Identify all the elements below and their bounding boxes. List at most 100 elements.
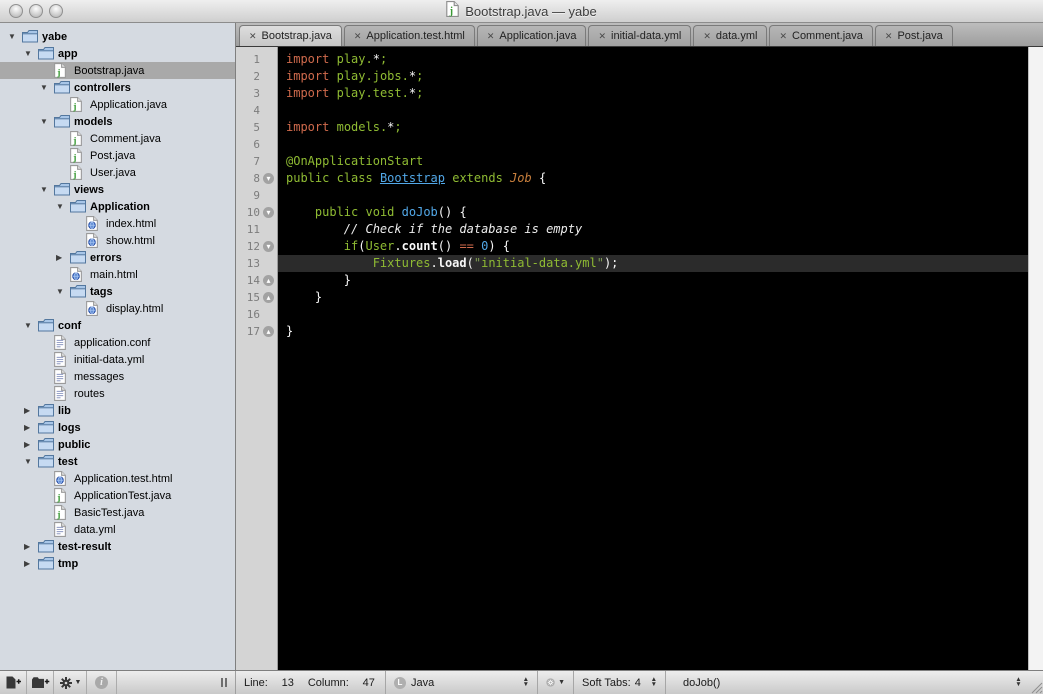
code-line-13[interactable]: Fixtures.load("initial-data.yml"); <box>278 255 1028 272</box>
code-line-11[interactable]: // Check if the database is empty <box>278 221 1028 238</box>
tree-item-display-html[interactable]: display.html <box>0 300 235 317</box>
symbol-popup[interactable]: doJob() <box>666 671 1008 694</box>
tree-item-post-java[interactable]: jPost.java <box>0 147 235 164</box>
tree-item-yabe[interactable]: ▼yabe <box>0 28 235 45</box>
tree-item-messages[interactable]: messages <box>0 368 235 385</box>
tree-item-initial-data-yml[interactable]: initial-data.yml <box>0 351 235 368</box>
tree-item-basictest-java[interactable]: jBasicTest.java <box>0 504 235 521</box>
disclosure-closed-icon[interactable]: ▶ <box>24 423 38 432</box>
disclosure-open-icon[interactable]: ▼ <box>40 83 54 92</box>
tab-application-java[interactable]: ✕Application.java <box>477 25 587 46</box>
disclosure-open-icon[interactable]: ▼ <box>56 287 70 296</box>
code-area[interactable]: import play.*;import play.jobs.*;import … <box>278 47 1028 670</box>
new-folder-button[interactable] <box>27 671 54 694</box>
tree-item-application[interactable]: ▼Application <box>0 198 235 215</box>
code-line-6[interactable] <box>278 136 1028 153</box>
tab-bootstrap-java[interactable]: ✕Bootstrap.java <box>239 25 342 46</box>
tree-item-test[interactable]: ▼test <box>0 453 235 470</box>
code-line-2[interactable]: import play.jobs.*; <box>278 68 1028 85</box>
zoom-button[interactable] <box>49 4 63 18</box>
tree-item-index-html[interactable]: index.html <box>0 215 235 232</box>
code-line-5[interactable]: import models.*; <box>278 119 1028 136</box>
tree-item-data-yml[interactable]: data.yml <box>0 521 235 538</box>
tree-item-errors[interactable]: ▶errors <box>0 249 235 266</box>
code-line-8[interactable]: public class Bootstrap extends Job { <box>278 170 1028 187</box>
symbol-stepper[interactable]: ▲▼ <box>1008 671 1029 694</box>
tree-item-lib[interactable]: ▶lib <box>0 402 235 419</box>
tab-initial-data-yml[interactable]: ✕initial-data.yml <box>588 25 691 46</box>
fold-start-icon[interactable]: ▾ <box>263 173 274 184</box>
tab-close-icon[interactable]: ✕ <box>354 32 362 41</box>
actions-menu-button[interactable]: ▼ <box>54 671 87 694</box>
code-line-16[interactable] <box>278 306 1028 323</box>
tree-item-comment-java[interactable]: jComment.java <box>0 130 235 147</box>
fold-end-icon[interactable]: ▴ <box>263 292 274 303</box>
code-line-9[interactable] <box>278 187 1028 204</box>
soft-tabs-stepper[interactable]: ▲▼ <box>651 678 657 687</box>
disclosure-closed-icon[interactable]: ▶ <box>56 253 70 262</box>
tree-item-bootstrap-java[interactable]: jBootstrap.java <box>0 62 235 79</box>
tree-item-controllers[interactable]: ▼controllers <box>0 79 235 96</box>
tree-item-application-test-html[interactable]: Application.test.html <box>0 470 235 487</box>
tab-comment-java[interactable]: ✕Comment.java <box>769 25 872 46</box>
language-stepper[interactable]: ▲▼ <box>523 678 529 687</box>
disclosure-open-icon[interactable]: ▼ <box>8 32 22 41</box>
bundle-actions-button[interactable]: ▼ <box>538 671 574 694</box>
editor-scrollbar[interactable] <box>1028 47 1043 670</box>
code-line-17[interactable]: } <box>278 323 1028 340</box>
code-line-3[interactable]: import play.test.*; <box>278 85 1028 102</box>
minimize-button[interactable] <box>29 4 43 18</box>
language-selector[interactable]: L Java ▲▼ <box>386 671 538 694</box>
tab-application-test-html[interactable]: ✕Application.test.html <box>344 25 475 46</box>
tree-item-show-html[interactable]: show.html <box>0 232 235 249</box>
tree-item-application-conf[interactable]: application.conf <box>0 334 235 351</box>
fold-start-icon[interactable]: ▾ <box>263 207 274 218</box>
disclosure-open-icon[interactable]: ▼ <box>24 49 38 58</box>
tab-data-yml[interactable]: ✕data.yml <box>693 25 767 46</box>
tree-item-applicationtest-java[interactable]: jApplicationTest.java <box>0 487 235 504</box>
tree-item-views[interactable]: ▼views <box>0 181 235 198</box>
tree-item-app[interactable]: ▼app <box>0 45 235 62</box>
disclosure-open-icon[interactable]: ▼ <box>40 117 54 126</box>
fold-start-icon[interactable]: ▾ <box>263 241 274 252</box>
code-line-14[interactable]: } <box>278 272 1028 289</box>
code-line-15[interactable]: } <box>278 289 1028 306</box>
soft-tabs-selector[interactable]: Soft Tabs: 4 ▲▼ <box>574 671 666 694</box>
tab-close-icon[interactable]: ✕ <box>487 32 495 41</box>
drawer-resize-handle[interactable] <box>221 671 227 694</box>
titlebar[interactable]: j Bootstrap.java — yabe <box>0 0 1043 23</box>
tree-item-logs[interactable]: ▶logs <box>0 419 235 436</box>
fold-end-icon[interactable]: ▴ <box>263 275 274 286</box>
disclosure-open-icon[interactable]: ▼ <box>40 185 54 194</box>
tab-post-java[interactable]: ✕Post.java <box>875 25 953 46</box>
window-resize-grip[interactable] <box>1029 671 1043 694</box>
tree-item-models[interactable]: ▼models <box>0 113 235 130</box>
code-line-12[interactable]: if(User.count() == 0) { <box>278 238 1028 255</box>
disclosure-open-icon[interactable]: ▼ <box>24 457 38 466</box>
tree-item-user-java[interactable]: jUser.java <box>0 164 235 181</box>
code-line-10[interactable]: public void doJob() { <box>278 204 1028 221</box>
new-file-button[interactable] <box>0 671 27 694</box>
info-button[interactable]: i <box>87 671 117 694</box>
tree-item-test-result[interactable]: ▶test-result <box>0 538 235 555</box>
tree-item-tags[interactable]: ▼tags <box>0 283 235 300</box>
tree-item-public[interactable]: ▶public <box>0 436 235 453</box>
tree-item-main-html[interactable]: main.html <box>0 266 235 283</box>
code-line-1[interactable]: import play.*; <box>278 51 1028 68</box>
tree-item-routes[interactable]: routes <box>0 385 235 402</box>
tab-close-icon[interactable]: ✕ <box>779 32 787 41</box>
disclosure-closed-icon[interactable]: ▶ <box>24 440 38 449</box>
tree-item-application-java[interactable]: jApplication.java <box>0 96 235 113</box>
disclosure-closed-icon[interactable]: ▶ <box>24 542 38 551</box>
code-line-4[interactable] <box>278 102 1028 119</box>
code-line-7[interactable]: @OnApplicationStart <box>278 153 1028 170</box>
disclosure-open-icon[interactable]: ▼ <box>56 202 70 211</box>
tab-close-icon[interactable]: ✕ <box>885 32 893 41</box>
tab-close-icon[interactable]: ✕ <box>703 32 711 41</box>
close-button[interactable] <box>9 4 23 18</box>
tab-close-icon[interactable]: ✕ <box>249 32 257 41</box>
tree-item-conf[interactable]: ▼conf <box>0 317 235 334</box>
tab-close-icon[interactable]: ✕ <box>598 32 606 41</box>
disclosure-closed-icon[interactable]: ▶ <box>24 559 38 568</box>
document-proxy-icon[interactable]: j <box>446 1 459 22</box>
